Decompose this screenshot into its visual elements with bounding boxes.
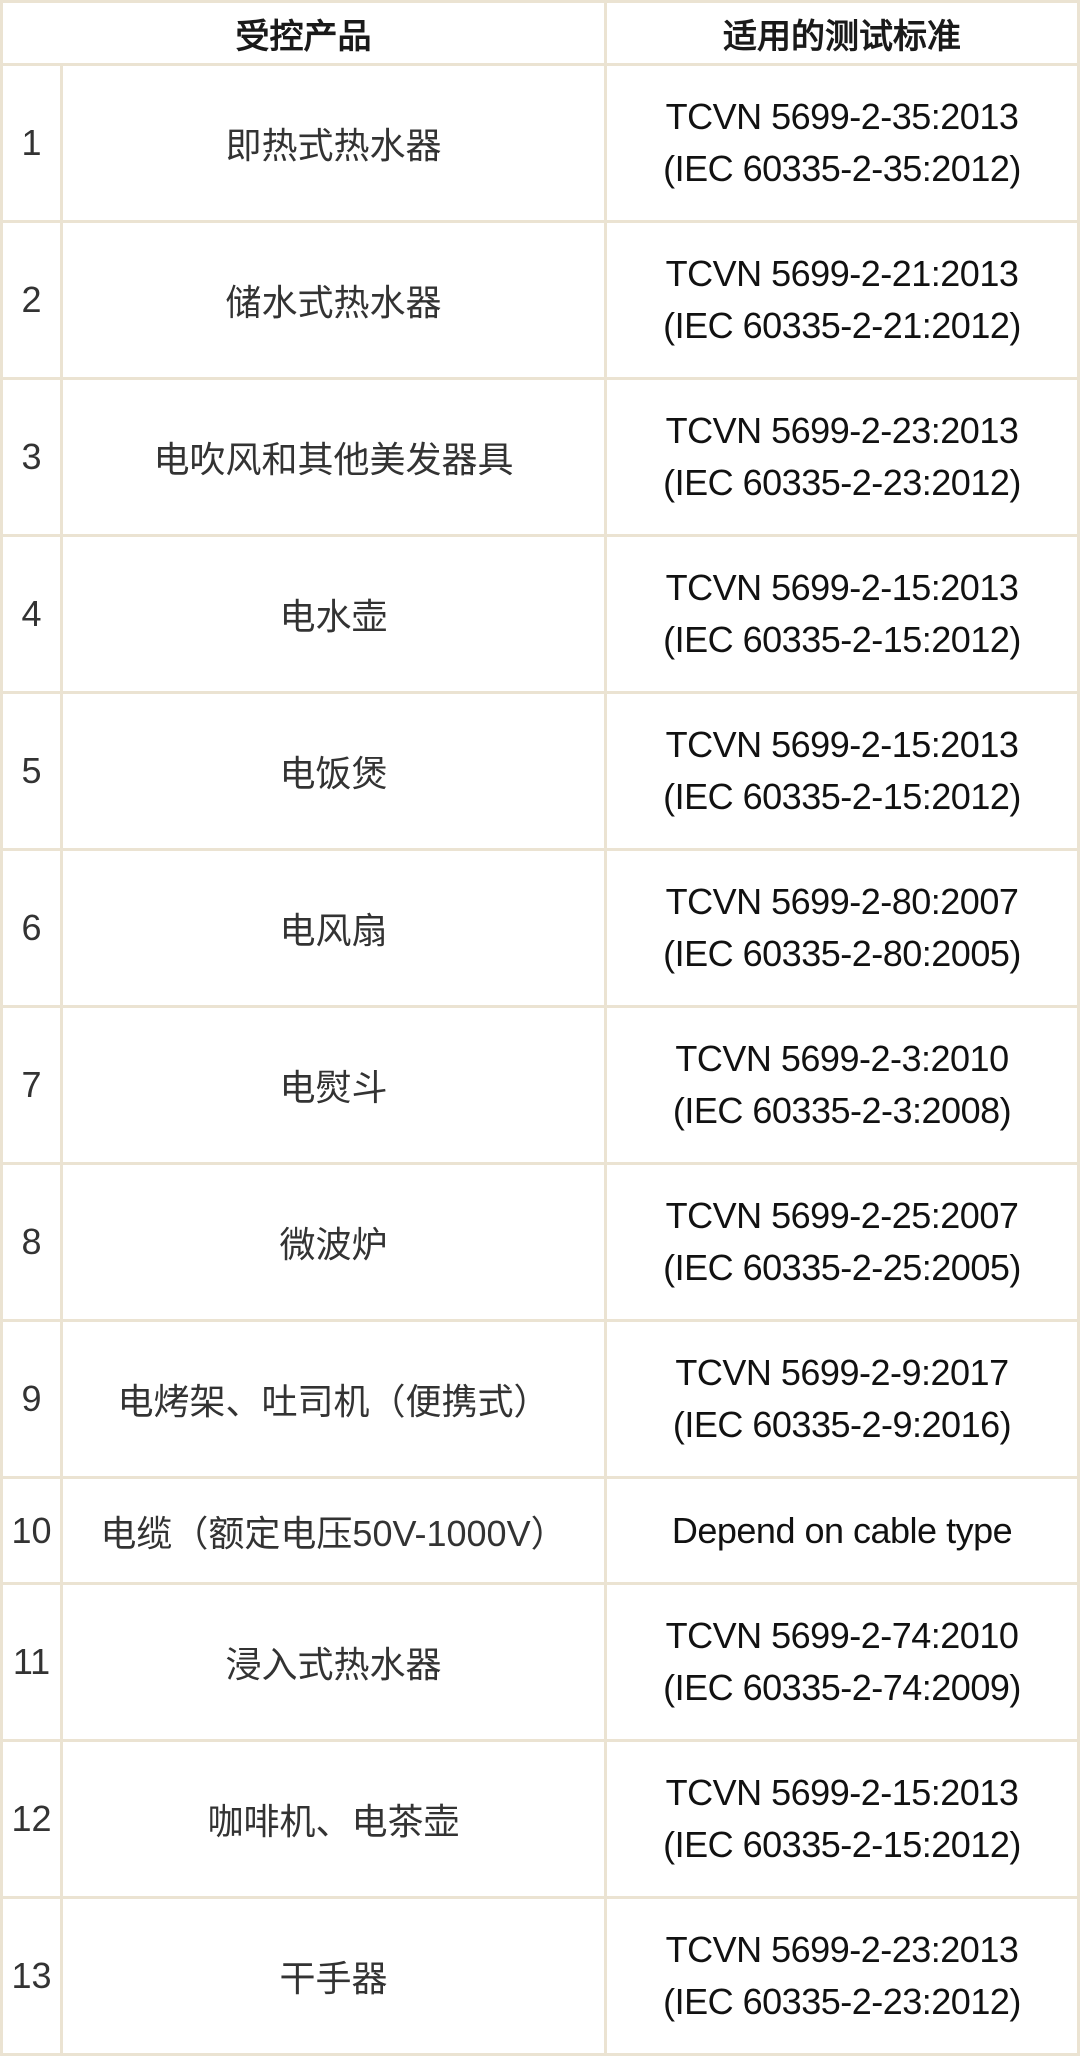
standard-tcvn: TCVN 5699-2-35:2013 [665, 96, 1019, 137]
test-standard: TCVN 5699-2-21:2013 (IEC 60335-2-21:2012) [604, 220, 1080, 380]
standard-tcvn: TCVN 5699-2-74:2010 [665, 1615, 1019, 1656]
header-product: 受控产品 [0, 0, 607, 66]
row-number: 5 [0, 691, 63, 851]
product-name: 储水式热水器 [60, 220, 607, 380]
product-name: 电吹风和其他美发器具 [60, 377, 607, 537]
row-number: 8 [0, 1162, 63, 1322]
table-row: 8 微波炉 TCVN 5699-2-25:2007 (IEC 60335-2-25:2… [0, 1162, 1080, 1322]
standard-iec: (IEC 60335-2-15:2012) [663, 776, 1021, 817]
standard-tcvn: TCVN 5699-2-23:2013 [665, 1929, 1019, 1970]
standard-iec: (IEC 60335-2-23:2012) [663, 1981, 1021, 2022]
table-row: 9 电烤架、吐司机（便携式） TCVN 5699-2-9:2017 (IEC 6033… [0, 1319, 1080, 1479]
row-number: 2 [0, 220, 63, 380]
table-row: 7 电熨斗 TCVN 5699-2-3:2010 (IEC 60335-2-3:200… [0, 1005, 1080, 1165]
product-name: 微波炉 [60, 1162, 607, 1322]
standards-table: 受控产品 适用的测试标准 1 即热式热水器 TCVN 5699-2-35:2013 (… [0, 0, 1080, 2056]
row-number: 1 [0, 63, 63, 223]
row-number: 6 [0, 848, 63, 1008]
standard-iec: (IEC 60335-2-23:2012) [663, 462, 1021, 503]
row-number: 4 [0, 534, 63, 694]
test-standard: TCVN 5699-2-80:2007 (IEC 60335-2-80:2005) [604, 848, 1080, 1008]
table-row: 10 电缆（额定电压50V-1000V） Depend on cable type [0, 1476, 1080, 1585]
standard-tcvn: TCVN 5699-2-25:2007 [665, 1195, 1019, 1236]
standard-iec: (IEC 60335-2-9:2016) [672, 1404, 1012, 1445]
standard-iec: (IEC 60335-2-15:2012) [663, 619, 1021, 660]
product-name: 电饭煲 [60, 691, 607, 851]
test-standard: TCVN 5699-2-9:2017 (IEC 60335-2-9:2016) [604, 1319, 1080, 1479]
test-standard: TCVN 5699-2-35:2013 (IEC 60335-2-35:2012) [604, 63, 1080, 223]
standard-tcvn: TCVN 5699-2-15:2013 [665, 567, 1019, 608]
row-number: 10 [0, 1476, 63, 1585]
table-row: 5 电饭煲 TCVN 5699-2-15:2013 (IEC 60335-2-15:2… [0, 691, 1080, 851]
table-row: 12 咖啡机、电茶壶 TCVN 5699-2-15:2013 (IEC 60335-2… [0, 1739, 1080, 1899]
table-body: 1 即热式热水器 TCVN 5699-2-35:2013 (IEC 60335-2-3… [0, 63, 1080, 2056]
standard-iec: (IEC 60335-2-74:2009) [663, 1667, 1021, 1708]
standard-iec: (IEC 60335-2-15:2012) [663, 1824, 1021, 1865]
test-standard: TCVN 5699-2-74:2010 (IEC 60335-2-74:2009) [604, 1582, 1080, 1742]
standard-tcvn: TCVN 5699-2-80:2007 [665, 881, 1019, 922]
standard-iec: (IEC 60335-2-35:2012) [663, 148, 1021, 189]
standard-tcvn: TCVN 5699-2-3:2010 [675, 1038, 1009, 1079]
table-row: 11 浸入式热水器 TCVN 5699-2-74:2010 (IEC 60335-2-… [0, 1582, 1080, 1742]
table-row: 3 电吹风和其他美发器具 TCVN 5699-2-23:2013 (IEC 60335… [0, 377, 1080, 537]
standard-tcvn: Depend on cable type [671, 1509, 1013, 1551]
table-row: 13 干手器 TCVN 5699-2-23:2013 (IEC 60335-2-23:… [0, 1896, 1080, 2056]
test-standard: Depend on cable type [604, 1476, 1080, 1585]
product-name: 浸入式热水器 [60, 1582, 607, 1742]
table-row: 2 储水式热水器 TCVN 5699-2-21:2013 (IEC 60335-2-2… [0, 220, 1080, 380]
table-row: 1 即热式热水器 TCVN 5699-2-35:2013 (IEC 60335-2-3… [0, 63, 1080, 223]
product-name: 干手器 [60, 1896, 607, 2056]
product-name: 电风扇 [60, 848, 607, 1008]
standard-tcvn: TCVN 5699-2-15:2013 [665, 724, 1019, 765]
test-standard: TCVN 5699-2-15:2013 (IEC 60335-2-15:2012) [604, 534, 1080, 694]
standard-iec: (IEC 60335-2-25:2005) [663, 1247, 1021, 1288]
test-standard: TCVN 5699-2-23:2013 (IEC 60335-2-23:2012) [604, 1896, 1080, 2056]
header-standard: 适用的测试标准 [604, 0, 1080, 66]
table-row: 4 电水壶 TCVN 5699-2-15:2013 (IEC 60335-2-15:2… [0, 534, 1080, 694]
row-number: 12 [0, 1739, 63, 1899]
standard-iec: (IEC 60335-2-21:2012) [663, 305, 1021, 346]
row-number: 7 [0, 1005, 63, 1165]
test-standard: TCVN 5699-2-15:2013 (IEC 60335-2-15:2012) [604, 691, 1080, 851]
standard-tcvn: TCVN 5699-2-15:2013 [665, 1772, 1019, 1813]
test-standard: TCVN 5699-2-15:2013 (IEC 60335-2-15:2012) [604, 1739, 1080, 1899]
table-row: 6 电风扇 TCVN 5699-2-80:2007 (IEC 60335-2-80:2… [0, 848, 1080, 1008]
test-standard: TCVN 5699-2-3:2010 (IEC 60335-2-3:2008) [604, 1005, 1080, 1165]
test-standard: TCVN 5699-2-25:2007 (IEC 60335-2-25:2005) [604, 1162, 1080, 1322]
row-number: 13 [0, 1896, 63, 2056]
row-number: 3 [0, 377, 63, 537]
product-name: 即热式热水器 [60, 63, 607, 223]
product-name: 咖啡机、电茶壶 [60, 1739, 607, 1899]
row-number: 9 [0, 1319, 63, 1479]
standard-iec: (IEC 60335-2-80:2005) [663, 933, 1021, 974]
product-name: 电熨斗 [60, 1005, 607, 1165]
standard-tcvn: TCVN 5699-2-9:2017 [675, 1352, 1009, 1393]
standard-tcvn: TCVN 5699-2-23:2013 [665, 410, 1019, 451]
table-header-row: 受控产品 适用的测试标准 [0, 0, 1080, 66]
standard-tcvn: TCVN 5699-2-21:2013 [665, 253, 1019, 294]
product-name: 电水壶 [60, 534, 607, 694]
standard-iec: (IEC 60335-2-3:2008) [672, 1090, 1012, 1131]
product-name: 电缆（额定电压50V-1000V） [60, 1476, 607, 1585]
row-number: 11 [0, 1582, 63, 1742]
product-name: 电烤架、吐司机（便携式） [60, 1319, 607, 1479]
test-standard: TCVN 5699-2-23:2013 (IEC 60335-2-23:2012) [604, 377, 1080, 537]
